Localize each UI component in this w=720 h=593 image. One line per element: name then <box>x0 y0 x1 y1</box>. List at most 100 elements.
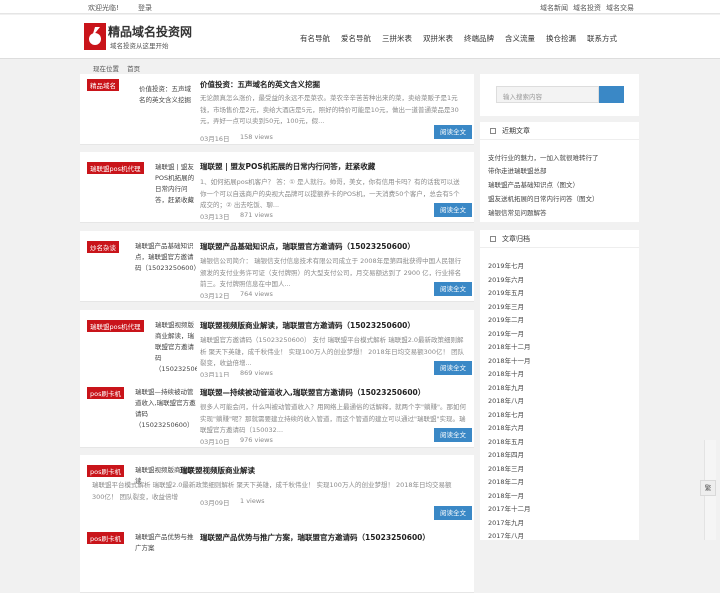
archive-link[interactable]: 2017年十二月 <box>488 503 531 513</box>
post-excerpt: 无论颜真怎么涨价，最受益的永远不是菜农。菜农辛辛苦苦种出来的菜，卖给菜贩子是1元… <box>200 94 459 125</box>
post-views: 976 views <box>240 436 273 444</box>
post-card: 精品域名 价值投资：五声域名的英文含义挖掘 价值投资：五声域名的英文含义挖掘 无… <box>80 74 474 145</box>
archive-link[interactable]: 2018年五月 <box>488 436 524 446</box>
archive-link[interactable]: 2018年十月 <box>488 368 524 378</box>
login-link[interactable]: 登录 <box>138 3 152 13</box>
recent-posts-widget: 近期文章 支付行业的魅力，一加入就很难转行了 带你走进瑞联盟总部 瑞联盟产品基础… <box>480 122 639 222</box>
logo-title[interactable]: 精品域名投资网 <box>108 23 192 40</box>
archive-link[interactable]: 2019年七月 <box>488 260 524 270</box>
site-header: 精品域名投资网 域名投资从这里开始 有名导航 爱名导航 三拼米表 双拼米表 终端… <box>0 15 720 59</box>
post-excerpt: 很多人可能会问，什么叫被动管道收入？用网络上最通俗的话解释，就两个字"躺赚"。那… <box>200 403 466 434</box>
recent-post-link[interactable]: 支付行业的魅力，一加入就很难转行了 <box>488 152 599 162</box>
read-more-button[interactable]: 阅读全文 <box>434 203 472 217</box>
nav-item-contact[interactable]: 联系方式 <box>587 33 617 44</box>
read-more-button[interactable]: 阅读全文 <box>434 506 472 520</box>
nav-item-brand[interactable]: 终端品牌 <box>464 33 494 44</box>
search-button[interactable] <box>599 86 624 103</box>
archive-link[interactable]: 2018年一月 <box>488 490 524 500</box>
widget-header: 近期文章 <box>480 122 639 140</box>
list-icon <box>490 128 496 134</box>
post-excerpt: 1、如何拓展pos机客户？ 答：① 是人就行。帅哥，美女，你有信用卡吗？有的话我… <box>200 178 460 209</box>
post-tag[interactable]: 瑞联盟pos机代理 <box>87 320 144 332</box>
post-tag[interactable]: pos刷卡机 <box>87 387 124 399</box>
post-tag[interactable]: 精品域名 <box>87 79 119 91</box>
search-widget: 输入搜索内容 <box>480 74 639 116</box>
post-title[interactable]: 价值投资：五声域名的英文含义挖掘 <box>200 79 320 90</box>
recent-post-link[interactable]: 盟友送机拓展的日常内行问答（图文） <box>488 193 599 203</box>
archives-widget: 文章归档 2019年七月 2019年六月 2019年五月 2019年三月 201… <box>480 230 639 540</box>
post-tag[interactable]: 炒名杂谈 <box>87 241 119 253</box>
top-bar: 欢迎光临! 登录 域名新闻 域名投资 域名交易 <box>0 0 720 14</box>
post-card: pos刷卡机 瑞联盟产品优势与推广方案 瑞联盟产品优势与推广方案，瑞联盟官方邀请… <box>80 522 474 593</box>
post-title[interactable]: 瑞联盟 | 盟友POS机拓展的日常内行问答，赶紧收藏 <box>200 161 375 172</box>
nav-item-meaning[interactable]: 含义流量 <box>505 33 535 44</box>
archive-link[interactable]: 2018年十二月 <box>488 341 531 351</box>
archive-link[interactable]: 2018年九月 <box>488 382 524 392</box>
search-input[interactable]: 输入搜索内容 <box>496 86 599 103</box>
recent-post-link[interactable]: 带你走进瑞联盟总部 <box>488 165 547 175</box>
recent-post-link[interactable]: 瑞联盟产品基础知识点（图文） <box>488 179 579 189</box>
post-title[interactable]: 瑞联盟产品基础知识点，瑞联盟官方邀请码（15023250600） <box>200 241 415 252</box>
nav-item-youming[interactable]: 有名导航 <box>300 33 330 44</box>
archive-link[interactable]: 2018年二月 <box>488 476 524 486</box>
post-title[interactable]: 瑞联盟视频版商业解读 <box>180 465 255 476</box>
post-excerpt: 瑞联盟官方邀请码（15023250600） 支付 瑞联盟平台模式解析 瑞联盟2.… <box>200 336 465 367</box>
archive-link[interactable]: 2018年八月 <box>488 395 524 405</box>
read-more-button[interactable]: 阅读全文 <box>434 282 472 296</box>
archive-link[interactable]: 2017年九月 <box>488 517 524 527</box>
archive-link[interactable]: 2019年一月 <box>488 328 524 338</box>
read-more-button[interactable]: 阅读全文 <box>434 125 472 139</box>
post-date: 03月16日 <box>200 135 230 143</box>
archive-link[interactable]: 2019年三月 <box>488 301 524 311</box>
recent-post-link[interactable]: 瑞银信常见问题解答 <box>488 207 547 217</box>
logo-icon[interactable] <box>84 23 106 50</box>
post-views: 871 views <box>240 211 273 219</box>
post-title[interactable]: 瑞联盟产品优势与推广方案，瑞联盟官方邀请码（15023250600） <box>200 532 430 543</box>
post-tag[interactable]: pos刷卡机 <box>87 532 124 544</box>
archive-link[interactable]: 2019年二月 <box>488 314 524 324</box>
widget-title: 文章归档 <box>502 235 530 243</box>
list-icon <box>490 236 496 242</box>
archive-link[interactable]: 2018年七月 <box>488 409 524 419</box>
archive-link[interactable]: 2019年六月 <box>488 274 524 284</box>
archive-link[interactable]: 2018年四月 <box>488 449 524 459</box>
read-more-button[interactable]: 阅读全文 <box>434 428 472 442</box>
post-date: 03月10日 <box>200 438 230 446</box>
post-card: 瑞联盟pos机代理 瑞联盟 | 盟友POS机拓展的日常内行问答，赶紧收藏 瑞联盟… <box>80 152 474 223</box>
post-excerpt: 瑞银信公司简介： 瑞银信支付信息技术有限公司成立于 2008年是第四批获得中国人… <box>200 257 462 288</box>
widget-title: 近期文章 <box>502 127 530 135</box>
post-card: pos刷卡机 瑞联盟—持续被动管道收入,瑞联盟官方邀请码（15023250600… <box>80 377 474 448</box>
read-more-button[interactable]: 阅读全文 <box>434 361 472 375</box>
post-date: 03月13日 <box>200 213 230 221</box>
nav-item-sanpin[interactable]: 三拼米表 <box>382 33 412 44</box>
archive-link[interactable]: 2017年八月 <box>488 530 524 540</box>
post-card: pos刷卡机 瑞联盟视频版商业解读 瑞联盟视频版商业解读 瑞联盟平台模式解析 瑞… <box>80 455 474 526</box>
nav-item-shuangpin[interactable]: 双拼米表 <box>423 33 453 44</box>
nav-item-bargain[interactable]: 换仓捡漏 <box>546 33 576 44</box>
post-title[interactable]: 瑞联盟—持续被动管道收入,瑞联盟官方邀请码（15023250600） <box>200 387 425 398</box>
post-views: 764 views <box>240 290 273 298</box>
top-link-trade[interactable]: 域名交易 <box>606 3 634 13</box>
top-link-news[interactable]: 域名新闻 <box>540 3 568 13</box>
post-excerpt: 瑞联盟平台模式解析 瑞联盟2.0最新政策细则解析 聚天下英雄，成千秋伟业！ 实现… <box>92 481 452 501</box>
post-views: 869 views <box>240 369 273 377</box>
breadcrumb-prefix: 现在位置 <box>93 65 119 73</box>
nav-item-aiming[interactable]: 爱名导航 <box>341 33 371 44</box>
post-views: 1 views <box>240 497 265 505</box>
archive-link[interactable]: 2019年五月 <box>488 287 524 297</box>
archive-link[interactable]: 2018年十一月 <box>488 355 531 365</box>
post-card: 炒名杂谈 瑞联盟产品基础知识点，瑞联盟官方邀请码（15023250600） 瑞联… <box>80 231 474 302</box>
welcome-text: 欢迎光临! <box>88 4 119 12</box>
breadcrumb: 现在位置 首页 <box>93 63 140 73</box>
post-tag[interactable]: pos刷卡机 <box>87 465 124 477</box>
post-date: 03月12日 <box>200 292 230 300</box>
post-title[interactable]: 瑞联盟视频版商业解读，瑞联盟官方邀请码（15023250600） <box>200 320 415 331</box>
traditional-chinese-toggle[interactable]: 繁 <box>700 480 716 496</box>
post-date: 03月09日 <box>200 499 230 507</box>
breadcrumb-home[interactable]: 首页 <box>127 65 140 73</box>
post-tag[interactable]: 瑞联盟pos机代理 <box>87 162 144 174</box>
logo-subtitle: 域名投资从这里开始 <box>110 42 169 50</box>
top-link-invest[interactable]: 域名投资 <box>573 3 601 13</box>
archive-link[interactable]: 2018年三月 <box>488 463 524 473</box>
archive-link[interactable]: 2018年六月 <box>488 422 524 432</box>
